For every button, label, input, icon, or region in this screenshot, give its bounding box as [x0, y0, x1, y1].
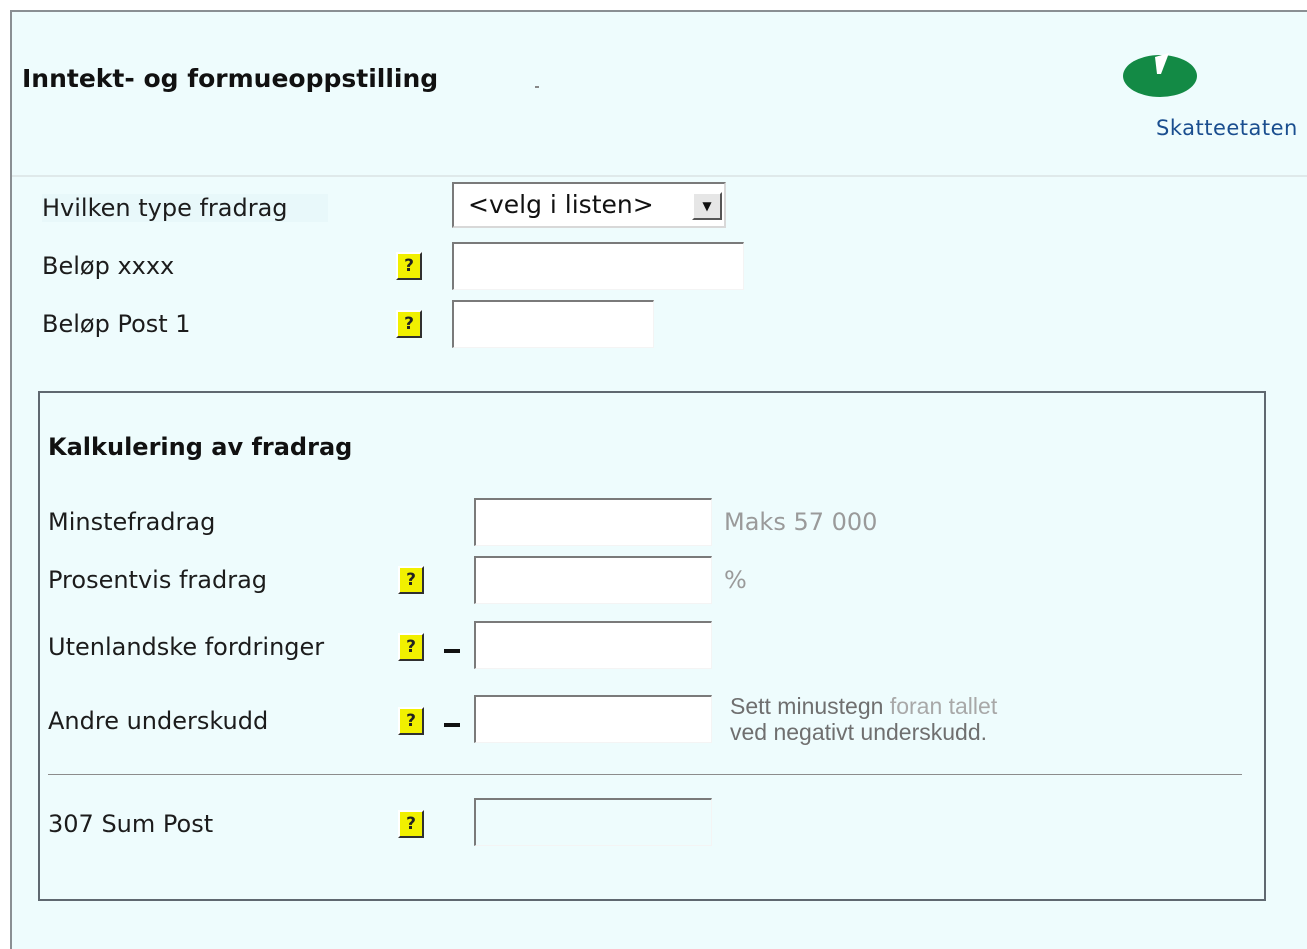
- amount-xxxx-label: Beløp xxxx: [42, 252, 175, 280]
- deduction-type-selected-value: <velg i listen>: [468, 190, 654, 219]
- title-dot: [535, 86, 539, 88]
- deduction-type-label: Hvilken type fradrag: [42, 194, 328, 222]
- skatteetaten-logo-icon: [1123, 53, 1197, 97]
- help-icon-andre-underskudd[interactable]: ?: [398, 707, 424, 735]
- andre-hint-part-a: Sett minustegn: [730, 693, 884, 719]
- minstefradrag-input[interactable]: [474, 498, 712, 546]
- help-icon-utenlandske[interactable]: ?: [398, 633, 424, 661]
- andre-underskudd-hint: Sett minustegn foran tallet ved negativt…: [730, 693, 997, 745]
- calculation-panel: Kalkulering av fradrag Minstefradrag Mak…: [38, 391, 1266, 901]
- andre-hint-part-b: foran tallet: [889, 693, 998, 719]
- sum-post-output[interactable]: [474, 798, 712, 846]
- deduction-type-select[interactable]: <velg i listen> ▼: [452, 182, 726, 228]
- percent-unit: %: [724, 566, 747, 594]
- amount-xxxx-input[interactable]: [452, 242, 744, 290]
- andre-underskudd-input[interactable]: [474, 695, 712, 743]
- andre-underskudd-hint-line2: ved negativt underskudd.: [730, 719, 988, 745]
- prosentvis-fradrag-input[interactable]: [474, 556, 712, 604]
- amount-post1-input[interactable]: [452, 300, 654, 348]
- brand-name: Skatteetaten: [1156, 116, 1298, 140]
- utenlandske-fordringer-input[interactable]: [474, 621, 712, 669]
- sum-post-label: 307 Sum Post: [48, 810, 214, 838]
- amount-post1-label: Beløp Post 1: [42, 310, 191, 338]
- calculation-panel-title: Kalkulering av fradrag: [48, 433, 353, 461]
- utenlandske-fordringer-label: Utenlandske fordringer: [48, 633, 325, 661]
- help-icon-amount-xxxx[interactable]: ?: [396, 252, 422, 280]
- help-icon-sum-post[interactable]: ?: [398, 810, 424, 838]
- minus-sign-icon: [444, 723, 460, 727]
- minus-sign-icon: [444, 649, 460, 653]
- help-icon-amount-post1[interactable]: ?: [396, 310, 422, 338]
- minstefradrag-label: Minstefradrag: [48, 508, 216, 536]
- header: Inntekt- og formueoppstilling Skatteetat…: [12, 12, 1307, 177]
- andre-underskudd-hint-line1: Sett minustegn foran tallet: [730, 693, 997, 719]
- page-title: Inntekt- og formueoppstilling: [22, 64, 439, 93]
- dropdown-arrow-icon[interactable]: ▼: [692, 192, 722, 220]
- prosentvis-fradrag-label: Prosentvis fradrag: [48, 566, 268, 594]
- form-frame: Inntekt- og formueoppstilling Skatteetat…: [10, 10, 1307, 949]
- help-icon-prosentvis[interactable]: ?: [398, 566, 424, 594]
- minstefradrag-hint: Maks 57 000: [724, 508, 878, 536]
- divider: [48, 774, 1242, 775]
- andre-underskudd-label: Andre underskudd: [48, 707, 269, 735]
